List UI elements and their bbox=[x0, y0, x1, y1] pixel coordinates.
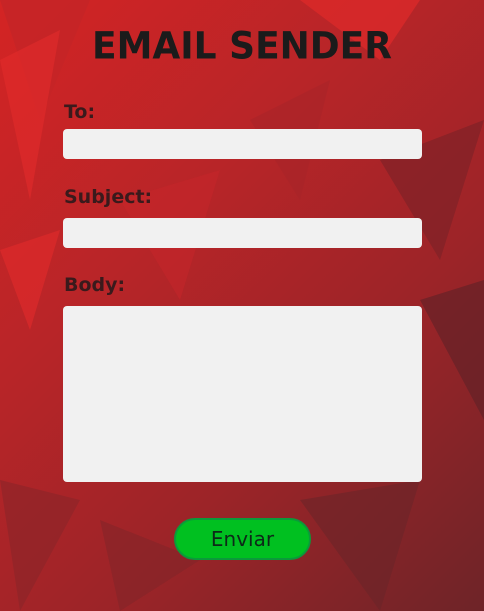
to-label: To: bbox=[64, 101, 96, 123]
subject-label: Subject: bbox=[64, 186, 153, 208]
send-button[interactable]: Enviar bbox=[174, 518, 311, 560]
email-form: EMAIL SENDER To: Subject: Body: Enviar bbox=[0, 0, 484, 611]
page-title: EMAIL SENDER bbox=[92, 24, 392, 69]
to-input[interactable] bbox=[63, 129, 422, 159]
body-label: Body: bbox=[64, 274, 126, 296]
body-textarea[interactable] bbox=[63, 306, 422, 482]
subject-input[interactable] bbox=[63, 218, 422, 248]
